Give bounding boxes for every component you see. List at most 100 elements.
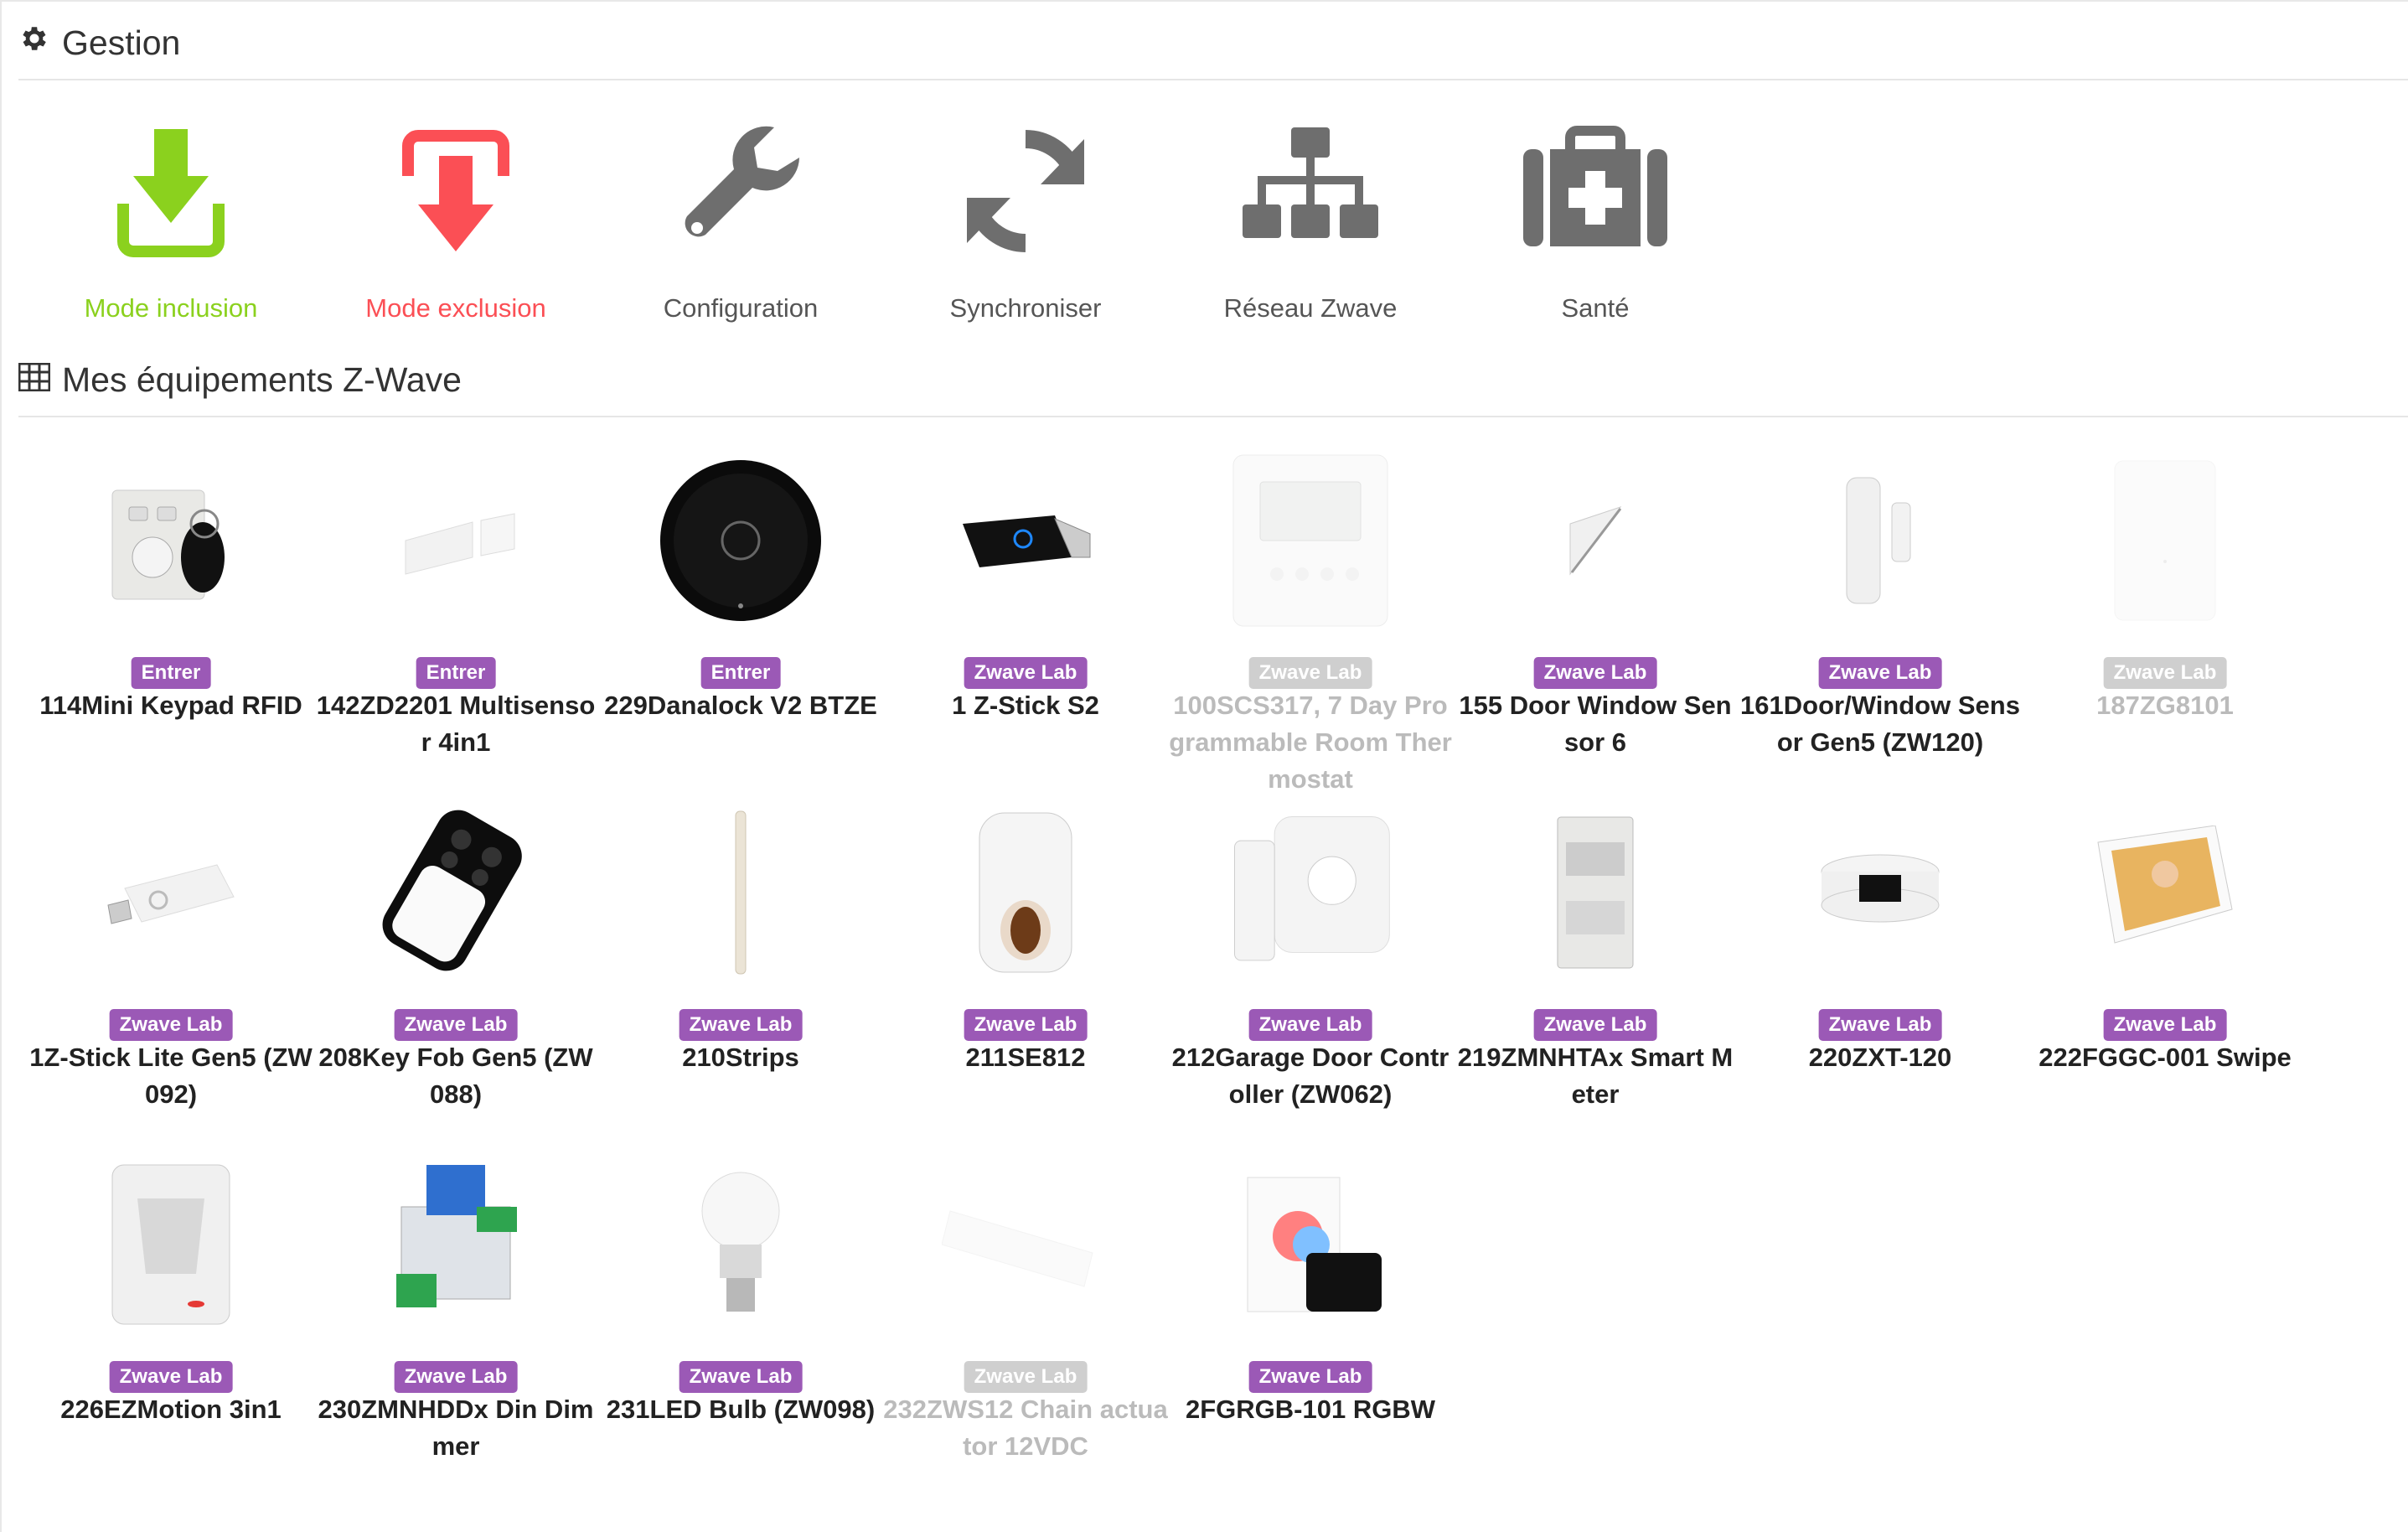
device-card[interactable]: Zwave Lab 208Key Fob Gen5 (ZW088) (313, 796, 598, 1140)
section-header-equipements: Mes équipements Z-Wave (18, 357, 2408, 417)
download-tray-icon (87, 107, 255, 275)
device-name: 226EZMotion 3in1 (60, 1395, 282, 1424)
device-badge: Zwave Lab (2103, 657, 2227, 689)
motion-sensor-image (87, 1148, 255, 1341)
section-header-gestion: Gestion (18, 20, 2408, 80)
garage-controller-image (1227, 796, 1394, 989)
device-badge: Zwave Lab (394, 1361, 518, 1393)
action-label: Santé (1561, 293, 1630, 323)
ir-extender-image (1796, 796, 1964, 989)
device-card[interactable]: Zwave Lab 212Garage Door Controller (ZW06… (1168, 796, 1453, 1140)
device-badge: Zwave Lab (394, 1009, 518, 1041)
device-name: 2FGRGB-101 RGBW (1186, 1395, 1435, 1424)
device-card[interactable]: Entrer 142ZD2201 Multisensor 4in1 (313, 444, 598, 788)
device-name: 211SE812 (965, 1043, 1086, 1072)
device-name: 220ZXT-120 (1808, 1043, 1952, 1072)
device-name: 114Mini Keypad RFID (39, 691, 302, 720)
wrench-icon (657, 107, 824, 275)
action-label: Mode exclusion (365, 293, 546, 323)
device-name: 212Garage Door Controller (ZW062) (1171, 1043, 1449, 1109)
action-r-seau-zwave[interactable]: Réseau Zwave (1168, 107, 1453, 334)
device-card[interactable]: Zwave Lab 210Strips (598, 796, 883, 1140)
gear-icon (18, 23, 50, 63)
device-name: 231LED Bulb (ZW098) (606, 1395, 876, 1424)
device-name: 142ZD2201 Multisensor 4in1 (316, 691, 596, 757)
siren-image (942, 796, 1109, 989)
device-badge: Zwave Lab (679, 1361, 803, 1393)
key-fob-image (372, 796, 540, 989)
left-border (0, 0, 2, 1532)
device-card[interactable]: Zwave Lab 1 Z-Stick S2 (883, 444, 1168, 788)
thermostat-image (1227, 444, 1394, 637)
device-badge: Zwave Lab (1818, 1009, 1942, 1041)
sensor-box-image (2081, 444, 2249, 637)
swipe-tablet-image (2081, 796, 2249, 989)
refresh-icon (942, 107, 1109, 275)
device-name: 161Door/Window Sensor Gen5 (ZW120) (1740, 691, 2020, 757)
top-border (0, 0, 2408, 2)
chain-actuator-image (942, 1148, 1109, 1341)
table-icon (18, 360, 51, 400)
action-sant[interactable]: Santé (1453, 107, 1738, 334)
device-name: 208Key Fob Gen5 (ZW088) (318, 1043, 593, 1109)
device-card[interactable]: Zwave Lab 219ZMNHTAx Smart Meter (1453, 796, 1738, 1140)
device-badge: Entrer (131, 657, 211, 689)
divider (18, 416, 2408, 417)
din-dimmer-image (372, 1148, 540, 1341)
action-mode-inclusion[interactable]: Mode inclusion (28, 107, 313, 334)
device-card[interactable]: Zwave Lab 2FGRGB-101 RGBW (1168, 1148, 1453, 1492)
device-name: 232ZWS12 Chain actuator 12VDC (883, 1395, 1168, 1461)
triangle-sensor-image (1511, 444, 1679, 637)
device-card[interactable]: Zwave Lab 211SE812 (883, 796, 1168, 1140)
gestion-title: Gestion (62, 23, 181, 62)
action-label: Mode inclusion (84, 293, 258, 323)
device-card[interactable]: Zwave Lab 230ZMNHDDx Din Dimmer (313, 1148, 598, 1492)
action-mode-exclusion[interactable]: Mode exclusion (313, 107, 598, 334)
action-label: Configuration (663, 293, 819, 323)
device-name: 230ZMNHDDx Din Dimmer (318, 1395, 594, 1461)
device-badge: Zwave Lab (1533, 1009, 1657, 1041)
device-badge: Entrer (700, 657, 781, 689)
device-badge: Zwave Lab (2103, 1009, 2227, 1041)
usb-stick-white-image (87, 796, 255, 989)
device-card[interactable]: Zwave Lab 100SCS317, 7 Day Programmable R… (1168, 444, 1453, 794)
device-card[interactable]: Zwave Lab 1Z-Stick Lite Gen5 (ZW092) (28, 796, 313, 1140)
device-name: 187ZG8101 (2096, 691, 2234, 720)
action-label: Réseau Zwave (1223, 293, 1398, 323)
action-synchroniser[interactable]: Synchroniser (883, 107, 1168, 334)
device-card[interactable]: Entrer 114Mini Keypad RFID (28, 444, 313, 788)
device-card[interactable]: Zwave Lab 161Door/Window Sensor Gen5 (ZW1… (1738, 444, 2023, 788)
device-card[interactable]: Zwave Lab 232ZWS12 Chain actuator 12VDC (883, 1148, 1168, 1492)
device-card[interactable]: Zwave Lab 220ZXT-120 (1738, 796, 2023, 1140)
device-name: 155 Door Window Sensor 6 (1459, 691, 1732, 757)
device-card[interactable]: Zwave Lab 187ZG8101 (2023, 444, 2307, 788)
device-name: 222FGGC-001 Swipe (2039, 1043, 2292, 1072)
door-window-sensor-image (1796, 444, 1964, 637)
device-badge: Zwave Lab (964, 1009, 1088, 1041)
device-badge: Entrer (416, 657, 496, 689)
device-card[interactable]: Zwave Lab 222FGGC-001 Swipe (2023, 796, 2307, 1140)
device-card[interactable]: Zwave Lab 231LED Bulb (ZW098) (598, 1148, 883, 1492)
device-name: 1 Z-Stick S2 (952, 691, 1099, 720)
lock-image (657, 444, 824, 637)
device-name: 210Strips (682, 1043, 799, 1072)
device-card[interactable]: Zwave Lab 226EZMotion 3in1 (28, 1148, 313, 1492)
door-sensor-image (372, 444, 540, 637)
usb-stick-image (942, 444, 1109, 637)
smart-meter-image (1511, 796, 1679, 989)
device-badge: Zwave Lab (964, 657, 1088, 689)
device-badge: Zwave Lab (1248, 657, 1372, 689)
divider (18, 79, 2408, 80)
device-badge: Zwave Lab (679, 1009, 803, 1041)
sitemap-icon (1227, 107, 1394, 275)
device-badge: Zwave Lab (1248, 1361, 1372, 1393)
device-card[interactable]: Zwave Lab 155 Door Window Sensor 6 (1453, 444, 1738, 788)
action-configuration[interactable]: Configuration (598, 107, 883, 334)
device-badge: Zwave Lab (1248, 1009, 1372, 1041)
keypad-image (87, 444, 255, 637)
rgbw-controller-image (1227, 1148, 1394, 1341)
device-badge: Zwave Lab (109, 1361, 233, 1393)
device-card[interactable]: Entrer 229Danalock V2 BTZE (598, 444, 883, 788)
upload-tray-icon (372, 107, 540, 275)
device-badge: Zwave Lab (109, 1009, 233, 1041)
